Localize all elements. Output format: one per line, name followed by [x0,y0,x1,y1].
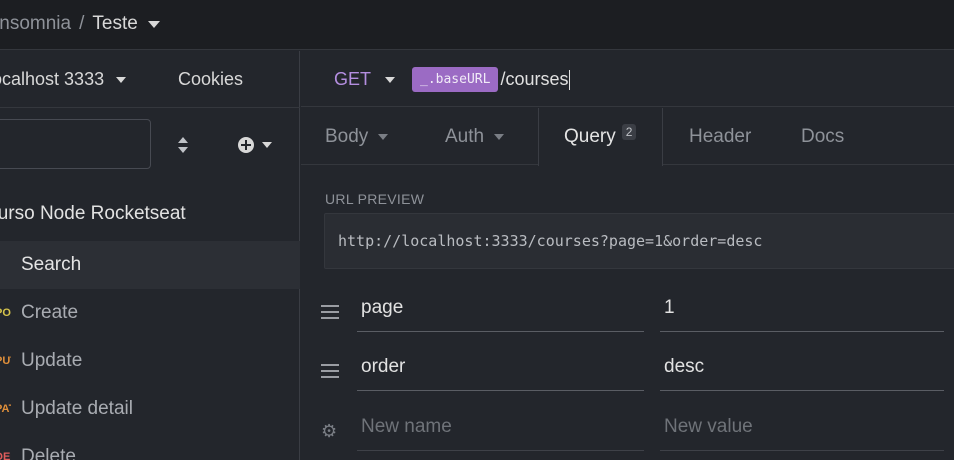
chevron-down-icon [262,142,272,148]
url-preview-text: http://localhost:3333/courses?page=1&ord… [338,232,763,250]
breadcrumb-workspace[interactable]: Teste [92,13,137,35]
chevron-down-icon[interactable] [147,20,160,28]
sidebar-item-search[interactable]: Search [0,241,300,289]
request-label: Delete [21,446,76,460]
sidebar-item-update-detail[interactable]: PATCH Update detail [0,385,300,433]
tab-label: Header [689,125,752,147]
top-bar: Insomnia / Teste [0,0,954,50]
breadcrumb-separator: / [79,13,85,34]
request-pane: GET _.baseURL /courses Body Auth Query 2… [301,51,954,460]
sidebar: localhost 3333 Cookies Curso Node Rocket… [0,51,300,460]
chevron-down-icon [385,76,396,83]
sidebar-item-update[interactable]: PUT Update [0,337,300,385]
folder-title[interactable]: Curso Node Rocketseat [0,203,186,225]
url-input[interactable]: _.baseURL /courses [412,67,571,92]
query-param-row: order desc [301,345,954,395]
query-param-row: page 1 [301,286,954,336]
request-tabs: Body Auth Query 2 Header Docs [301,108,954,166]
tab-label: Query [564,126,616,147]
param-name-field[interactable]: page [357,286,644,332]
method-badge: POST [0,307,11,319]
new-param-name-field[interactable]: New name [357,405,644,451]
tab-body[interactable]: Body [325,108,389,165]
tab-query[interactable]: Query 2 [538,108,663,166]
chevron-down-icon [494,133,505,140]
add-item-button[interactable] [238,135,278,155]
plus-circle-icon [238,137,254,153]
cookies-button[interactable]: Cookies [178,69,243,90]
environment-label: localhost 3333 [0,69,105,89]
tab-auth[interactable]: Auth [445,108,505,165]
new-param-value-field[interactable]: New value [660,405,944,451]
sidebar-item-delete[interactable]: DELETE Delete [0,433,300,460]
chevron-down-icon [116,76,127,83]
text-cursor [569,69,571,90]
tab-header[interactable]: Header [689,108,751,165]
param-value-field[interactable]: desc [660,345,944,391]
param-name-field[interactable]: order [357,345,644,391]
new-param-row: ⚙ New name New value [301,405,954,455]
url-preview-box: http://localhost:3333/courses?page=1&ord… [324,213,954,269]
environment-selector[interactable]: localhost 3333 [0,69,127,90]
method-badge: PATCH [0,403,11,415]
filter-input[interactable] [0,119,151,169]
param-value-field[interactable]: 1 [660,286,944,332]
drag-handle-icon[interactable] [321,305,339,319]
request-label: Update [21,350,83,371]
sort-icon[interactable] [176,136,190,154]
request-label: Search [21,254,82,275]
method-selector[interactable]: GET [334,69,396,90]
tab-label: Auth [445,125,485,147]
url-preview-label: URL PREVIEW [325,191,425,207]
breadcrumb-app[interactable]: Insomnia [0,13,71,35]
chevron-down-icon [378,133,389,140]
sidebar-item-create[interactable]: POST Create [0,289,300,337]
method-badge: PUT [0,355,11,367]
tab-label: Docs [801,125,845,147]
method-label: GET [334,69,372,89]
request-list: Search POST Create PUT Update PATCH Upda… [0,241,300,460]
variable-tag[interactable]: _.baseURL [412,67,499,92]
gear-icon[interactable]: ⚙ [321,421,337,442]
tab-label: Body [325,125,369,147]
drag-handle-icon[interactable] [321,364,339,378]
method-badge: DELETE [0,451,11,460]
url-path: /courses [500,69,569,89]
request-label: Create [21,302,79,323]
request-label: Update detail [21,398,133,419]
tab-docs[interactable]: Docs [801,108,844,165]
breadcrumb[interactable]: Insomnia / Teste [0,13,160,35]
environment-row: localhost 3333 Cookies [0,51,300,108]
url-bar: GET _.baseURL /courses [301,51,954,107]
count-badge: 2 [621,124,637,140]
